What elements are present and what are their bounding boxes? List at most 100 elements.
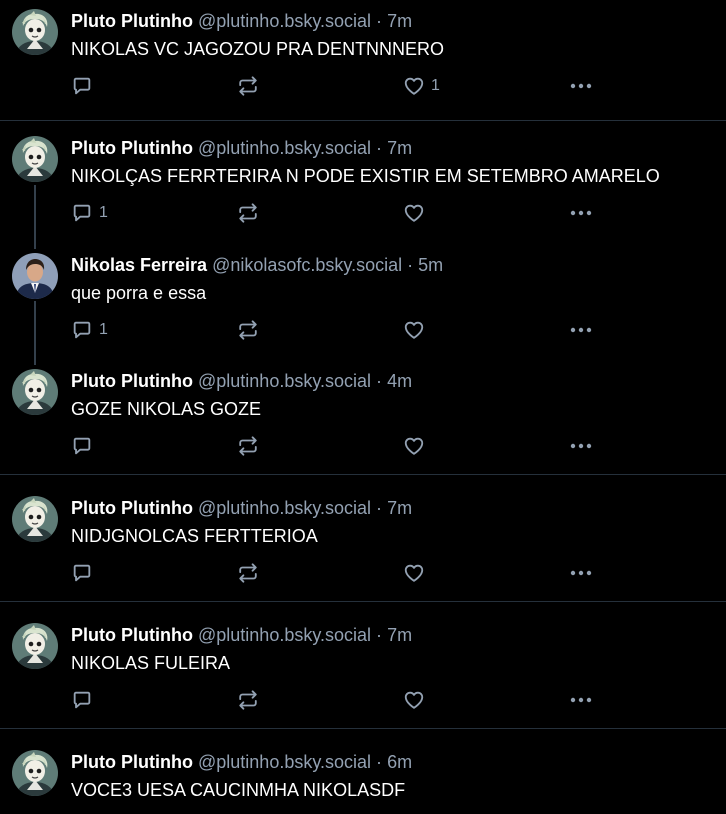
reply-button[interactable] <box>71 433 99 459</box>
author-handle[interactable]: @plutinho.bsky.social <box>198 138 371 158</box>
reply-icon <box>71 202 93 224</box>
post-text: NIDJGNOLCAS FERTTERIOA <box>71 526 318 546</box>
author-name[interactable]: Pluto Plutinho <box>71 371 193 391</box>
repost-button[interactable] <box>237 687 259 713</box>
post-text: NIKOLAS VC JAGOZOU PRA DENTNNNERO <box>71 39 445 59</box>
reply-icon <box>71 689 93 711</box>
more-button[interactable] <box>569 687 593 713</box>
repost-button[interactable] <box>237 560 259 586</box>
post-header: Pluto Plutinho @plutinho.bsky.social · 7… <box>71 497 412 519</box>
pluto-avatar-image <box>12 136 58 182</box>
reply-button[interactable] <box>71 687 99 713</box>
post-time[interactable]: 6m <box>387 752 412 772</box>
post-item[interactable]: Pluto Plutinho @plutinho.bsky.social · 7… <box>0 487 726 601</box>
post-item[interactable]: Pluto Plutinho @plutinho.bsky.social · 7… <box>0 127 726 244</box>
more-icon <box>569 318 593 342</box>
author-name[interactable]: Pluto Plutinho <box>71 625 193 645</box>
post-item[interactable]: Pluto Plutinho @plutinho.bsky.social · 4… <box>0 360 726 474</box>
post-header: Pluto Plutinho @plutinho.bsky.social · 7… <box>71 10 412 32</box>
author-name[interactable]: Pluto Plutinho <box>71 138 193 158</box>
repost-button[interactable] <box>237 73 259 99</box>
avatar[interactable] <box>12 136 58 182</box>
heart-icon <box>403 202 425 224</box>
more-button[interactable] <box>569 433 593 459</box>
more-button[interactable] <box>569 73 593 99</box>
avatar[interactable] <box>12 496 58 542</box>
post-actions <box>0 433 726 459</box>
more-button[interactable] <box>569 560 593 586</box>
post-time[interactable]: 7m <box>387 625 412 645</box>
reply-button[interactable]: 1 <box>71 200 108 226</box>
like-button[interactable] <box>403 317 431 343</box>
post-time[interactable]: 7m <box>387 138 412 158</box>
reply-count: 1 <box>99 321 108 338</box>
repost-button[interactable] <box>237 317 259 343</box>
reply-button[interactable]: 1 <box>71 317 108 343</box>
pluto-avatar-image <box>12 623 58 669</box>
heart-icon <box>403 689 425 711</box>
separator-dot: · <box>376 11 383 31</box>
post-item[interactable]: Pluto Plutinho @plutinho.bsky.social · 6… <box>0 741 726 814</box>
post-time[interactable]: 7m <box>387 498 412 518</box>
pluto-avatar-image <box>12 750 58 796</box>
heart-icon <box>403 435 425 457</box>
reply-button[interactable] <box>71 73 99 99</box>
post-item[interactable]: Nikolas Ferreira @nikolasofc.bsky.social… <box>0 244 726 360</box>
nikolas-avatar-image <box>12 253 58 299</box>
more-icon <box>569 201 593 225</box>
avatar[interactable] <box>12 253 58 299</box>
pluto-avatar-image <box>12 369 58 415</box>
post-divider <box>0 120 726 121</box>
author-handle[interactable]: @plutinho.bsky.social <box>198 752 371 772</box>
reply-count: 1 <box>99 204 108 221</box>
feed: Pluto Plutinho @plutinho.bsky.social · 7… <box>0 0 726 814</box>
more-button[interactable] <box>569 200 593 226</box>
post-actions <box>0 687 726 713</box>
like-button[interactable] <box>403 433 431 459</box>
reply-button[interactable] <box>71 560 99 586</box>
avatar[interactable] <box>12 623 58 669</box>
post-text: NIKOLAS FULEIRA <box>71 653 231 673</box>
post-item[interactable]: Pluto Plutinho @plutinho.bsky.social · 7… <box>0 614 726 728</box>
separator-dot: · <box>376 371 383 391</box>
more-icon <box>569 561 593 585</box>
like-button[interactable] <box>403 200 431 226</box>
post-time[interactable]: 7m <box>387 11 412 31</box>
separator-dot: · <box>376 752 383 772</box>
reply-icon <box>71 319 93 341</box>
separator-dot: · <box>376 138 383 158</box>
avatar[interactable] <box>12 369 58 415</box>
author-name[interactable]: Pluto Plutinho <box>71 498 193 518</box>
author-name[interactable]: Nikolas Ferreira <box>71 255 207 275</box>
repost-icon <box>237 75 259 97</box>
separator-dot: · <box>407 255 414 275</box>
repost-button[interactable] <box>237 200 259 226</box>
post-divider <box>0 601 726 602</box>
post-actions <box>0 560 726 586</box>
like-button[interactable] <box>403 560 431 586</box>
author-handle[interactable]: @plutinho.bsky.social <box>198 371 371 391</box>
author-name[interactable]: Pluto Plutinho <box>71 11 193 31</box>
post-item[interactable]: Pluto Plutinho @plutinho.bsky.social · 7… <box>0 0 726 127</box>
post-time[interactable]: 4m <box>387 371 412 391</box>
author-handle[interactable]: @plutinho.bsky.social <box>198 11 371 31</box>
like-count: 1 <box>431 77 440 94</box>
repost-button[interactable] <box>237 433 259 459</box>
repost-icon <box>237 319 259 341</box>
like-button[interactable]: 1 <box>403 73 440 99</box>
post-text: que porra e essa <box>71 283 207 303</box>
author-name[interactable]: Pluto Plutinho <box>71 752 193 772</box>
author-handle[interactable]: @nikolasofc.bsky.social <box>212 255 402 275</box>
post-actions: 1 <box>0 73 726 99</box>
repost-icon <box>237 689 259 711</box>
repost-icon <box>237 562 259 584</box>
reply-icon <box>71 562 93 584</box>
more-button[interactable] <box>569 317 593 343</box>
avatar[interactable] <box>12 750 58 796</box>
author-handle[interactable]: @plutinho.bsky.social <box>198 498 371 518</box>
post-time[interactable]: 5m <box>418 255 443 275</box>
more-icon <box>569 434 593 458</box>
like-button[interactable] <box>403 687 431 713</box>
author-handle[interactable]: @plutinho.bsky.social <box>198 625 371 645</box>
avatar[interactable] <box>12 9 58 55</box>
